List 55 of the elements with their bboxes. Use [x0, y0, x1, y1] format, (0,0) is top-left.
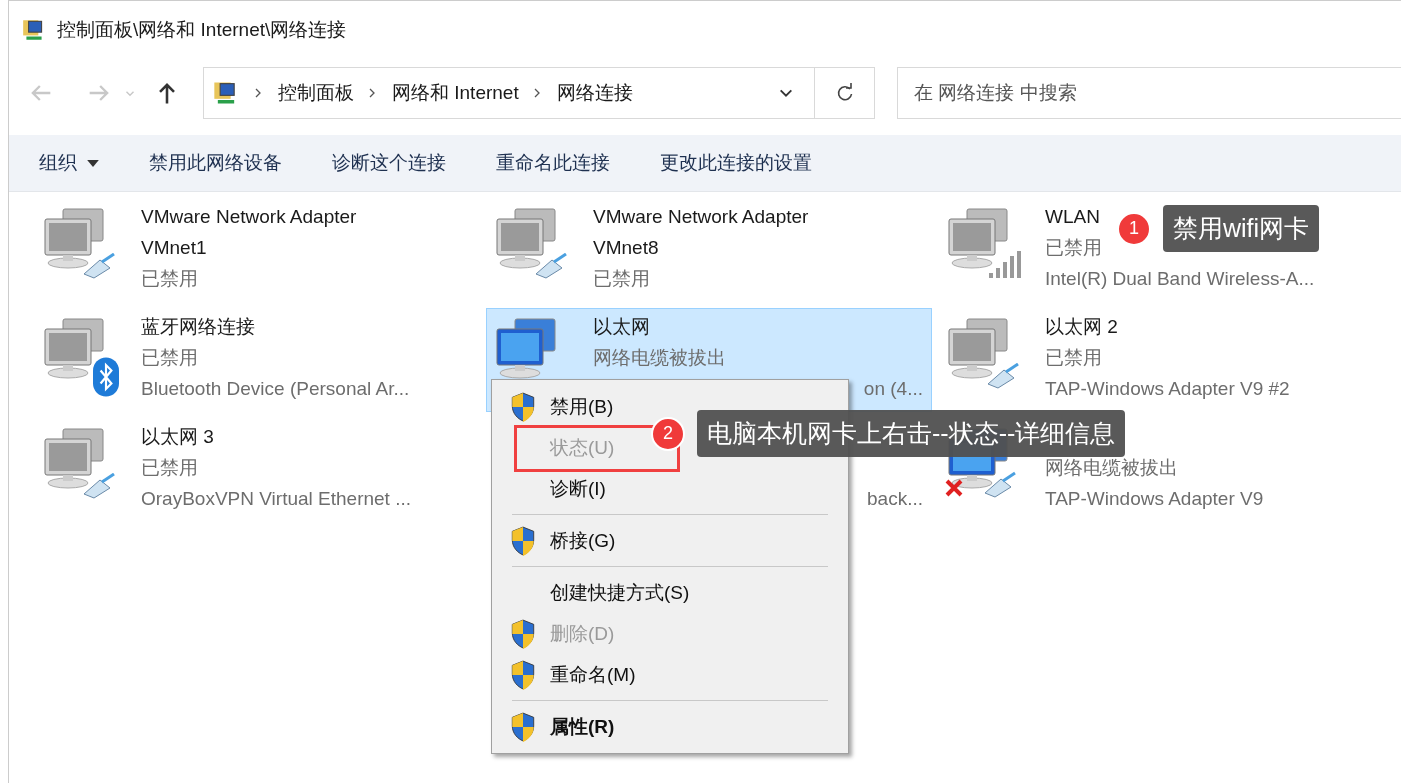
- adapter-status: 已禁用: [141, 267, 198, 291]
- shield-icon: [510, 711, 536, 742]
- adapter-device: on (4...: [863, 377, 923, 401]
- adapter-name: 蓝牙网络连接: [141, 315, 255, 339]
- adapter-status: 已禁用: [1045, 236, 1102, 260]
- annotation-tooltip: 电脑本机网卡上右击--状态--详细信息: [697, 410, 1126, 457]
- address-bar[interactable]: 控制面板 网络和 Internet 网络连接: [203, 67, 815, 119]
- adapter-name: VMware Network Adapter VMnet8: [593, 205, 810, 260]
- adapter-name: VMware Network Adapter VMnet1: [141, 205, 358, 260]
- shield-icon: [510, 525, 536, 556]
- adapter-status: 网络电缆被拔出: [1045, 456, 1178, 480]
- breadcrumb-item[interactable]: 网络和 Internet: [392, 80, 519, 106]
- network-cable-icon: [535, 253, 567, 279]
- adapter-status: 网络电缆被拔出: [593, 346, 726, 370]
- adapter-status: 已禁用: [141, 456, 198, 480]
- adapter-name: 以太网: [593, 315, 650, 339]
- refresh-button[interactable]: [815, 67, 875, 119]
- menu-item[interactable]: 重命名(M): [492, 654, 848, 695]
- adapter-status: 已禁用: [1045, 346, 1102, 370]
- menu-item[interactable]: 属性(R): [492, 706, 848, 747]
- network-cable-icon: [83, 473, 115, 499]
- toolbar-button[interactable]: 诊断这个连接: [312, 142, 466, 184]
- search-field[interactable]: 在 网络连接 中搜索: [897, 67, 1401, 119]
- menu-item[interactable]: 桥接(G): [492, 520, 848, 561]
- chevron-right-icon[interactable]: [368, 87, 376, 99]
- toolbar-button[interactable]: 更改此连接的设置: [640, 142, 832, 184]
- menu-item[interactable]: 诊断(I): [492, 468, 848, 509]
- adapter-device: TAP-Windows Adapter V9: [1045, 487, 1264, 511]
- shield-icon: [510, 618, 536, 649]
- toolbar-button[interactable]: 禁用此网络设备: [129, 142, 302, 184]
- toolbar-button[interactable]: 重命名此连接: [476, 142, 630, 184]
- breadcrumb-item[interactable]: 控制面板: [278, 80, 354, 106]
- network-cable-icon: [83, 253, 115, 279]
- adapter-name: 以太网 2: [1045, 315, 1118, 339]
- network-cable-icon: [987, 363, 1019, 389]
- adapter-device: TAP-Windows Adapter V9 #2: [1045, 377, 1290, 401]
- adapter-device: Intel(R) Dual Band Wireless-A...: [1045, 267, 1315, 291]
- chevron-right-icon[interactable]: [254, 87, 262, 99]
- bluetooth-icon: [93, 357, 119, 397]
- step-number-tooltip: 1: [1117, 211, 1151, 246]
- window-title: 控制面板\网络和 Internet\网络连接: [57, 18, 347, 42]
- shield-icon: [510, 391, 536, 422]
- annotation-tooltip: 禁用wifi网卡: [1163, 205, 1320, 252]
- shield-icon: [510, 659, 536, 690]
- adapter-device: Bluetooth Device (Personal Ar...: [141, 377, 410, 401]
- toolbar-button[interactable]: 组织: [19, 142, 119, 184]
- adapter-status: 已禁用: [593, 267, 650, 291]
- adapter-device: OrayBoxVPN Virtual Ethernet ...: [141, 487, 411, 511]
- breadcrumb-item[interactable]: 网络连接: [556, 80, 633, 106]
- adapter-name: 以太网 3: [141, 425, 214, 449]
- adapter-status: 已禁用: [141, 346, 198, 370]
- adapter-name: WLAN: [1045, 205, 1100, 229]
- chevron-right-icon[interactable]: [532, 87, 541, 99]
- menu-item[interactable]: 创建快捷方式(S): [492, 572, 848, 613]
- adapter-device: back...: [867, 487, 923, 511]
